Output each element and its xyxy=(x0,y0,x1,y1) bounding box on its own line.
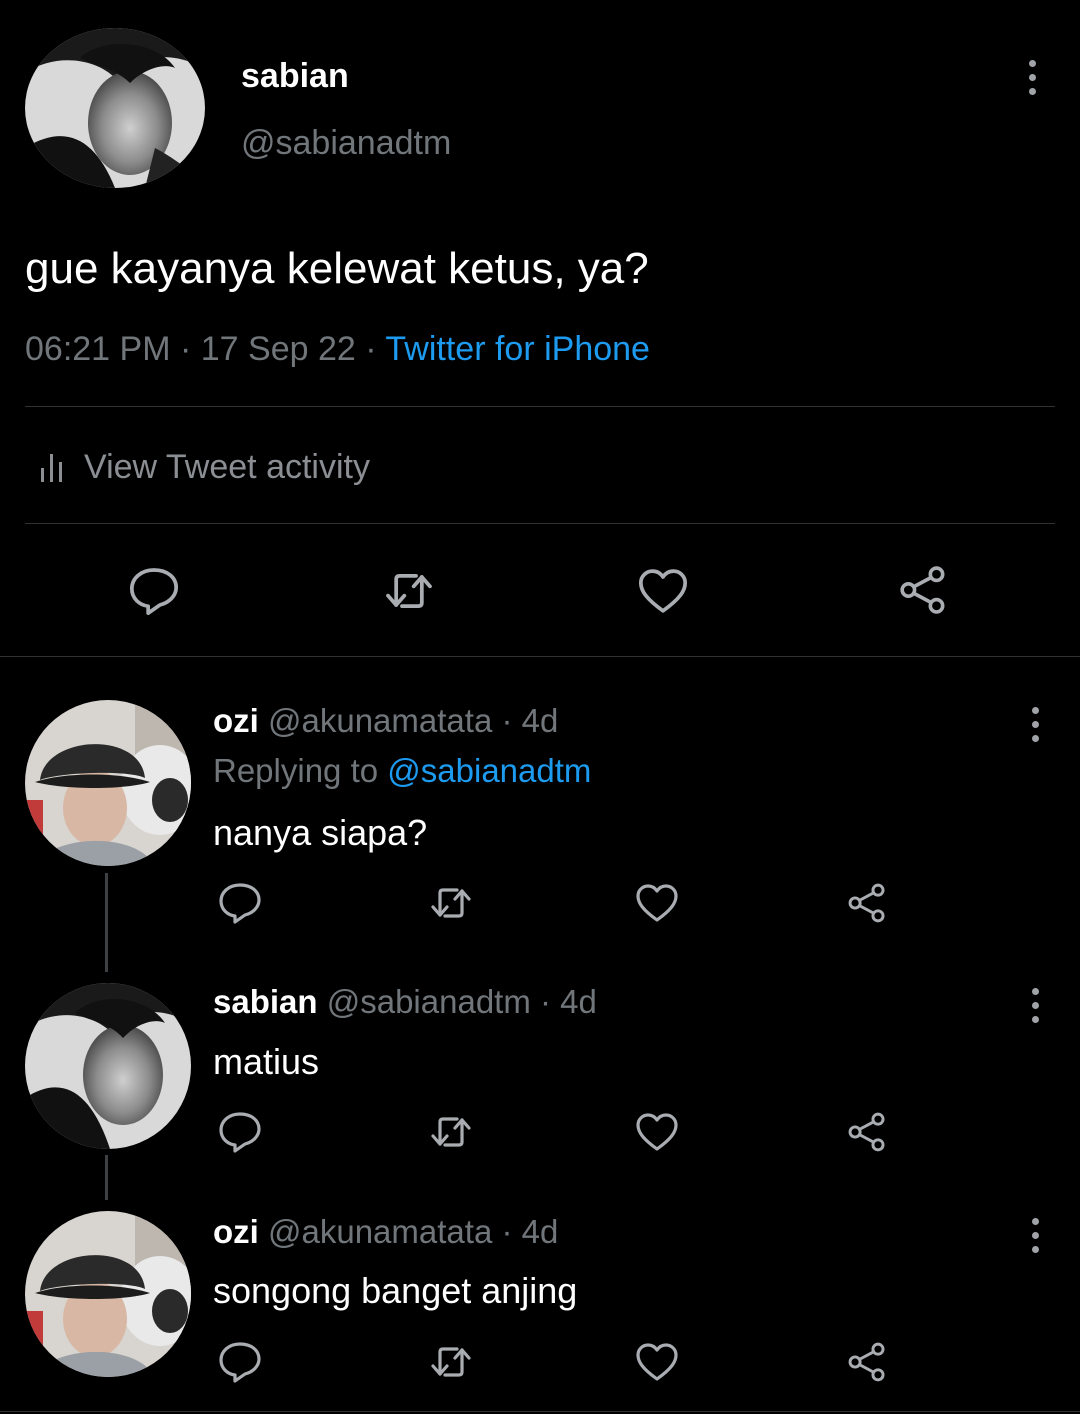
more-icon[interactable] xyxy=(1027,60,1037,95)
tweet-time: 06:21 PM xyxy=(25,330,171,368)
tweet-date: 17 Sep 22 xyxy=(200,330,356,368)
reply-icon[interactable] xyxy=(216,1338,264,1386)
replying-to: Replying to @sabianadtm xyxy=(213,752,591,790)
like-icon[interactable] xyxy=(633,1338,681,1386)
thread-line xyxy=(105,873,108,972)
author-name[interactable]: sabian xyxy=(241,57,349,96)
tweet-source[interactable]: Twitter for iPhone xyxy=(385,330,650,368)
divider xyxy=(0,656,1080,657)
activity-label: View Tweet activity xyxy=(84,447,370,486)
share-icon[interactable] xyxy=(845,1110,889,1154)
retweet-icon[interactable] xyxy=(425,879,477,927)
reply-icon[interactable] xyxy=(216,879,264,927)
thread-line xyxy=(105,1155,108,1200)
reply-age: 4d xyxy=(521,702,559,739)
reply-text: nanya siapa? xyxy=(213,812,428,853)
more-icon[interactable] xyxy=(1030,707,1040,742)
like-icon[interactable] xyxy=(633,1108,681,1156)
reply-text: songong banget anjing xyxy=(213,1270,578,1311)
bar-chart-icon xyxy=(38,450,66,484)
reply-text: matius xyxy=(213,1041,320,1082)
replying-prefix: Replying to xyxy=(213,752,379,789)
reply-icon[interactable] xyxy=(126,563,182,619)
tweet-meta: 06:21 PM · 17 Sep 22 · Twitter for iPhon… xyxy=(25,330,650,369)
separator: · xyxy=(530,983,561,1020)
reply-age: 4d xyxy=(521,1213,559,1250)
divider xyxy=(25,406,1055,407)
author-handle[interactable]: @sabianadtm xyxy=(241,124,451,163)
replying-to-handle[interactable]: @sabianadtm xyxy=(387,752,591,789)
divider xyxy=(25,523,1055,524)
reply-author-handle[interactable]: @akunamatata xyxy=(268,702,492,739)
tweet-text: gue kayanya kelewat ketus, ya? xyxy=(25,244,649,293)
separator: · xyxy=(355,330,386,368)
reply-author-handle[interactable]: @akunamatata xyxy=(268,1213,492,1250)
retweet-icon[interactable] xyxy=(425,1338,477,1386)
avatar[interactable] xyxy=(25,1211,191,1377)
share-icon[interactable] xyxy=(896,563,950,617)
share-icon[interactable] xyxy=(845,1340,889,1384)
avatar[interactable] xyxy=(25,28,205,188)
separator: · xyxy=(170,330,201,368)
retweet-icon[interactable] xyxy=(379,563,439,619)
reply-header: ozi @akunamatata · 4d xyxy=(213,1213,558,1251)
retweet-icon[interactable] xyxy=(425,1108,477,1156)
separator: · xyxy=(492,1213,522,1250)
avatar[interactable] xyxy=(25,700,191,866)
tweet-activity-link[interactable]: View Tweet activity xyxy=(38,447,370,487)
reply-header: ozi @akunamatata · 4d xyxy=(213,702,558,740)
reply-author-handle[interactable]: @sabianadtm xyxy=(327,983,531,1020)
avatar[interactable] xyxy=(25,983,191,1149)
separator: · xyxy=(492,702,522,739)
like-icon[interactable] xyxy=(633,879,681,927)
reply-author-name[interactable]: ozi xyxy=(213,1213,259,1250)
more-icon[interactable] xyxy=(1030,1218,1040,1253)
share-icon[interactable] xyxy=(845,881,889,925)
reply-age: 4d xyxy=(560,983,597,1020)
like-icon[interactable] xyxy=(635,563,691,619)
reply-header: sabian @sabianadtm · 4d xyxy=(213,983,597,1021)
reply-author-name[interactable]: sabian xyxy=(213,983,318,1020)
divider xyxy=(0,1411,1080,1412)
reply-author-name[interactable]: ozi xyxy=(213,702,259,739)
reply-icon[interactable] xyxy=(216,1108,264,1156)
more-icon[interactable] xyxy=(1030,988,1040,1023)
